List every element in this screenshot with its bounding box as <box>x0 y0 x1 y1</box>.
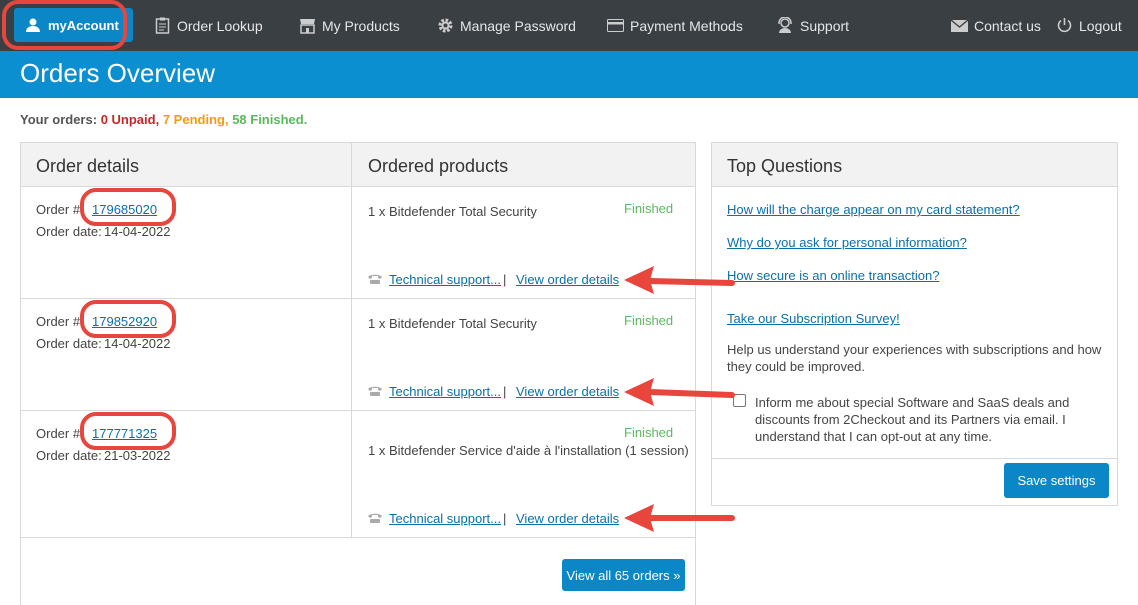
order-date-label: Order date: <box>36 224 102 239</box>
store-icon <box>298 17 316 35</box>
nav-manage-password[interactable]: Manage Password <box>436 0 576 51</box>
power-icon <box>1055 17 1073 35</box>
status-badge: Finished <box>624 425 674 440</box>
nav-payment-methods[interactable]: Payment Methods <box>606 0 743 51</box>
ordered-products-header: Ordered products <box>352 143 695 187</box>
faq-link-personal-info[interactable]: Why do you ask for personal information? <box>727 235 967 250</box>
orders-summary-prefix: Your orders: <box>20 112 98 127</box>
product-name: 1 x Bitdefender Service d'aide à l'insta… <box>368 443 689 458</box>
faq-link-charge[interactable]: How will the charge appear on my card st… <box>727 202 1020 217</box>
order-number-label: Order #: <box>36 314 84 329</box>
view-order-details-link[interactable]: View order details <box>516 511 619 526</box>
phone-icon <box>368 513 382 523</box>
table-row: Order #: 179852920 Order date: 14-04-202… <box>21 299 695 411</box>
page-title-bar: Orders Overview <box>0 51 1138 98</box>
nav-contact-us[interactable]: Contact us <box>950 0 1041 51</box>
nav-payment-methods-label: Payment Methods <box>630 17 743 34</box>
technical-support-link[interactable]: Technical support... <box>389 384 501 399</box>
survey-help-text: Help us understand your experiences with… <box>727 342 1102 374</box>
link-separator: | <box>503 384 507 399</box>
order-date-value: 14-04-2022 <box>104 224 171 239</box>
link-separator: | <box>503 272 507 287</box>
faq-link-secure-transaction[interactable]: How secure is an online transaction? <box>727 268 939 283</box>
phone-icon <box>368 274 382 284</box>
unpaid-count: 0 Unpaid, <box>100 112 160 127</box>
nav-logout-label: Logout <box>1079 17 1122 34</box>
status-badge: Finished <box>624 201 674 216</box>
phone-icon <box>368 386 382 396</box>
envelope-icon <box>950 17 968 35</box>
subscription-survey-link[interactable]: Take our Subscription Survey! <box>727 311 900 326</box>
nav-my-products-label: My Products <box>322 17 400 34</box>
marketing-consent-checkbox[interactable] <box>733 394 746 407</box>
order-date-value: 14-04-2022 <box>104 336 171 351</box>
nav-logout[interactable]: Logout <box>1055 0 1122 51</box>
column-divider <box>351 187 352 298</box>
product-name: 1 x Bitdefender Total Security <box>368 204 537 219</box>
save-settings-button[interactable]: Save settings <box>1004 463 1109 498</box>
order-date-value: 21-03-2022 <box>104 448 171 463</box>
view-order-details-link[interactable]: View order details <box>516 384 619 399</box>
clipboard-icon <box>153 17 171 35</box>
table-row: Order #: 179685020 Order date: 14-04-202… <box>21 187 695 299</box>
nav-manage-password-label: Manage Password <box>460 17 576 34</box>
order-number-label: Order #: <box>36 202 84 217</box>
order-number-link[interactable]: 179852920 <box>92 314 157 329</box>
column-divider <box>351 299 352 410</box>
nav-order-lookup-label: Order Lookup <box>177 17 263 34</box>
link-separator: | <box>503 511 507 526</box>
top-navigation: myAccount Order Lookup My Products Manag… <box>0 0 1138 51</box>
page-title: Orders Overview <box>20 58 216 88</box>
column-divider <box>351 411 352 537</box>
nav-my-products[interactable]: My Products <box>298 0 400 51</box>
orders-summary: Your orders: 0 Unpaid, 7 Pending, 58 Fin… <box>20 112 307 127</box>
top-questions-header: Top Questions <box>712 143 1117 187</box>
nav-contact-us-label: Contact us <box>974 17 1041 34</box>
order-number-link[interactable]: 177771325 <box>92 426 157 441</box>
product-name: 1 x Bitdefender Total Security <box>368 316 537 331</box>
pending-count: 7 Pending, <box>162 112 229 127</box>
order-number-link[interactable]: 179685020 <box>92 202 157 217</box>
order-number-label: Order #: <box>36 426 84 441</box>
panel-divider <box>712 458 1117 459</box>
marketing-consent-label: Inform me about special Software and Saa… <box>755 395 1070 444</box>
nav-myaccount-label: myAccount <box>48 17 119 33</box>
status-badge: Finished <box>624 313 674 328</box>
nav-order-lookup[interactable]: Order Lookup <box>153 0 263 51</box>
user-icon <box>24 16 42 34</box>
view-order-details-link[interactable]: View order details <box>516 272 619 287</box>
technical-support-link[interactable]: Technical support... <box>389 511 501 526</box>
orders-table: Order details Ordered products Order #: … <box>20 142 696 605</box>
top-questions-panel: Top Questions How will the charge appear… <box>711 142 1118 506</box>
finished-count: 58 Finished. <box>232 112 308 127</box>
nav-support-label: Support <box>800 17 850 34</box>
order-date-label: Order date: <box>36 448 102 463</box>
support-agent-icon <box>776 17 794 35</box>
order-date-label: Order date: <box>36 336 102 351</box>
technical-support-link[interactable]: Technical support... <box>389 272 501 287</box>
credit-card-icon <box>606 17 624 35</box>
nav-support[interactable]: Support <box>776 0 849 51</box>
order-details-header: Order details <box>21 143 352 187</box>
view-all-orders-button[interactable]: View all 65 orders » <box>562 559 685 591</box>
table-row: Order #: 177771325 Order date: 21-03-202… <box>21 411 695 538</box>
gear-icon <box>436 17 454 35</box>
nav-myaccount[interactable]: myAccount <box>14 8 133 42</box>
